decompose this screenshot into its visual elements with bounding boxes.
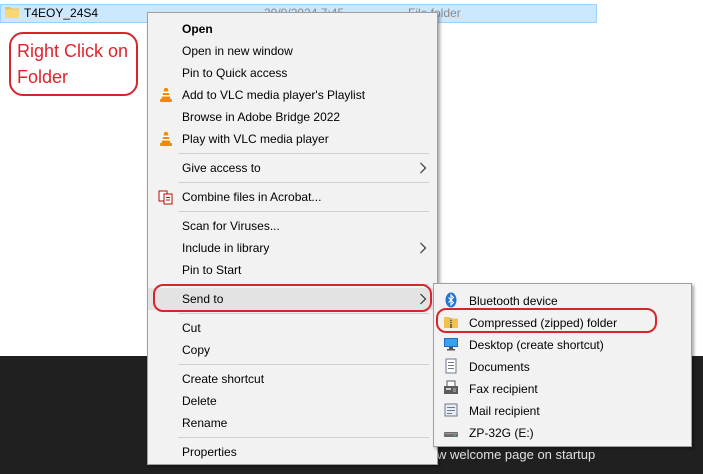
menu-item-vlc-play[interactable]: Play with VLC media player (148, 128, 437, 150)
menu-item-label: Rename (182, 416, 228, 430)
menu-item-label: Play with VLC media player (182, 132, 329, 146)
menu-separator (178, 364, 429, 365)
context-menu: Open Open in new window Pin to Quick acc… (147, 12, 438, 465)
menu-item-label: Open (182, 22, 213, 36)
chevron-right-icon (420, 162, 427, 174)
menu-item-label: Scan for Viruses... (182, 219, 280, 233)
chevron-right-icon (420, 242, 427, 254)
menu-item-label: Copy (182, 343, 211, 357)
usb-drive-icon (444, 432, 458, 437)
menu-item-include-library[interactable]: Include in library (148, 237, 437, 259)
documents-icon (445, 358, 457, 374)
menu-item-label: Open in new window (182, 44, 293, 58)
bluetooth-icon (445, 292, 457, 308)
menu-item-cut[interactable]: Cut (148, 317, 437, 339)
acrobat-combine-icon (158, 190, 173, 205)
menu-item-properties[interactable]: Properties (148, 441, 437, 463)
menu-item-label: Properties (182, 445, 237, 459)
send-to-fax[interactable]: Fax recipient (434, 377, 691, 399)
menu-item-pin-quick-access[interactable]: Pin to Quick access (148, 62, 437, 84)
vlc-cone-icon (160, 132, 172, 146)
compressed-folder-highlight (436, 308, 657, 333)
send-to-drive[interactable]: ZP-32G (E:) (434, 421, 691, 443)
menu-item-open[interactable]: Open (148, 18, 437, 40)
submenu-item-label: ZP-32G (E:) (469, 426, 534, 440)
menu-item-vlc-playlist[interactable]: Add to VLC media player's Playlist (148, 84, 437, 106)
menu-separator (178, 182, 429, 183)
menu-item-label: Pin to Start (182, 263, 242, 277)
submenu-item-label: Desktop (create shortcut) (469, 338, 604, 352)
submenu-item-label: Fax recipient (469, 382, 538, 396)
menu-item-adobe-bridge[interactable]: Browse in Adobe Bridge 2022 (148, 106, 437, 128)
send-to-desktop[interactable]: Desktop (create shortcut) (434, 333, 691, 355)
menu-item-open-new-window[interactable]: Open in new window (148, 40, 437, 62)
submenu-item-label: Bluetooth device (469, 294, 558, 308)
menu-item-label: Include in library (182, 241, 270, 255)
mail-icon (444, 403, 458, 417)
background-window-text: w welcome page on startup (437, 447, 596, 462)
menu-item-label: Browse in Adobe Bridge 2022 (182, 110, 341, 124)
menu-item-delete[interactable]: Delete (148, 390, 437, 412)
desktop-icon (444, 338, 458, 351)
menu-item-label: Add to VLC media player's Playlist (182, 88, 366, 102)
menu-item-scan-viruses[interactable]: Scan for Viruses... (148, 215, 437, 237)
menu-separator (178, 153, 429, 154)
menu-separator (178, 313, 429, 314)
folder-icon (5, 7, 19, 18)
submenu-item-label: Documents (469, 360, 530, 374)
vlc-cone-icon (160, 88, 172, 102)
menu-item-label: Create shortcut (182, 372, 265, 386)
submenu-item-label: Mail recipient (469, 404, 540, 418)
menu-item-label: Give access to (182, 161, 261, 175)
menu-item-rename[interactable]: Rename (148, 412, 437, 434)
annotation-line-2: Folder (17, 67, 69, 87)
send-to-highlight (153, 284, 432, 312)
menu-item-label: Delete (182, 394, 217, 408)
folder-name: T4EOY_24S4 (24, 6, 99, 20)
menu-item-label: Combine files in Acrobat... (182, 190, 322, 204)
menu-item-pin-start[interactable]: Pin to Start (148, 259, 437, 281)
menu-separator (178, 437, 429, 438)
menu-item-create-shortcut[interactable]: Create shortcut (148, 368, 437, 390)
menu-separator (178, 211, 429, 212)
menu-item-acrobat-combine[interactable]: Combine files in Acrobat... (148, 186, 437, 208)
annotation-text: Right Click on Folder (17, 38, 137, 90)
menu-item-copy[interactable]: Copy (148, 339, 437, 361)
menu-item-give-access[interactable]: Give access to (148, 157, 437, 179)
menu-item-label: Cut (182, 321, 201, 335)
menu-item-label: Pin to Quick access (182, 66, 288, 80)
send-to-mail[interactable]: Mail recipient (434, 399, 691, 421)
annotation-line-1: Right Click on (17, 41, 129, 61)
send-to-documents[interactable]: Documents (434, 355, 691, 377)
fax-icon (444, 380, 458, 394)
